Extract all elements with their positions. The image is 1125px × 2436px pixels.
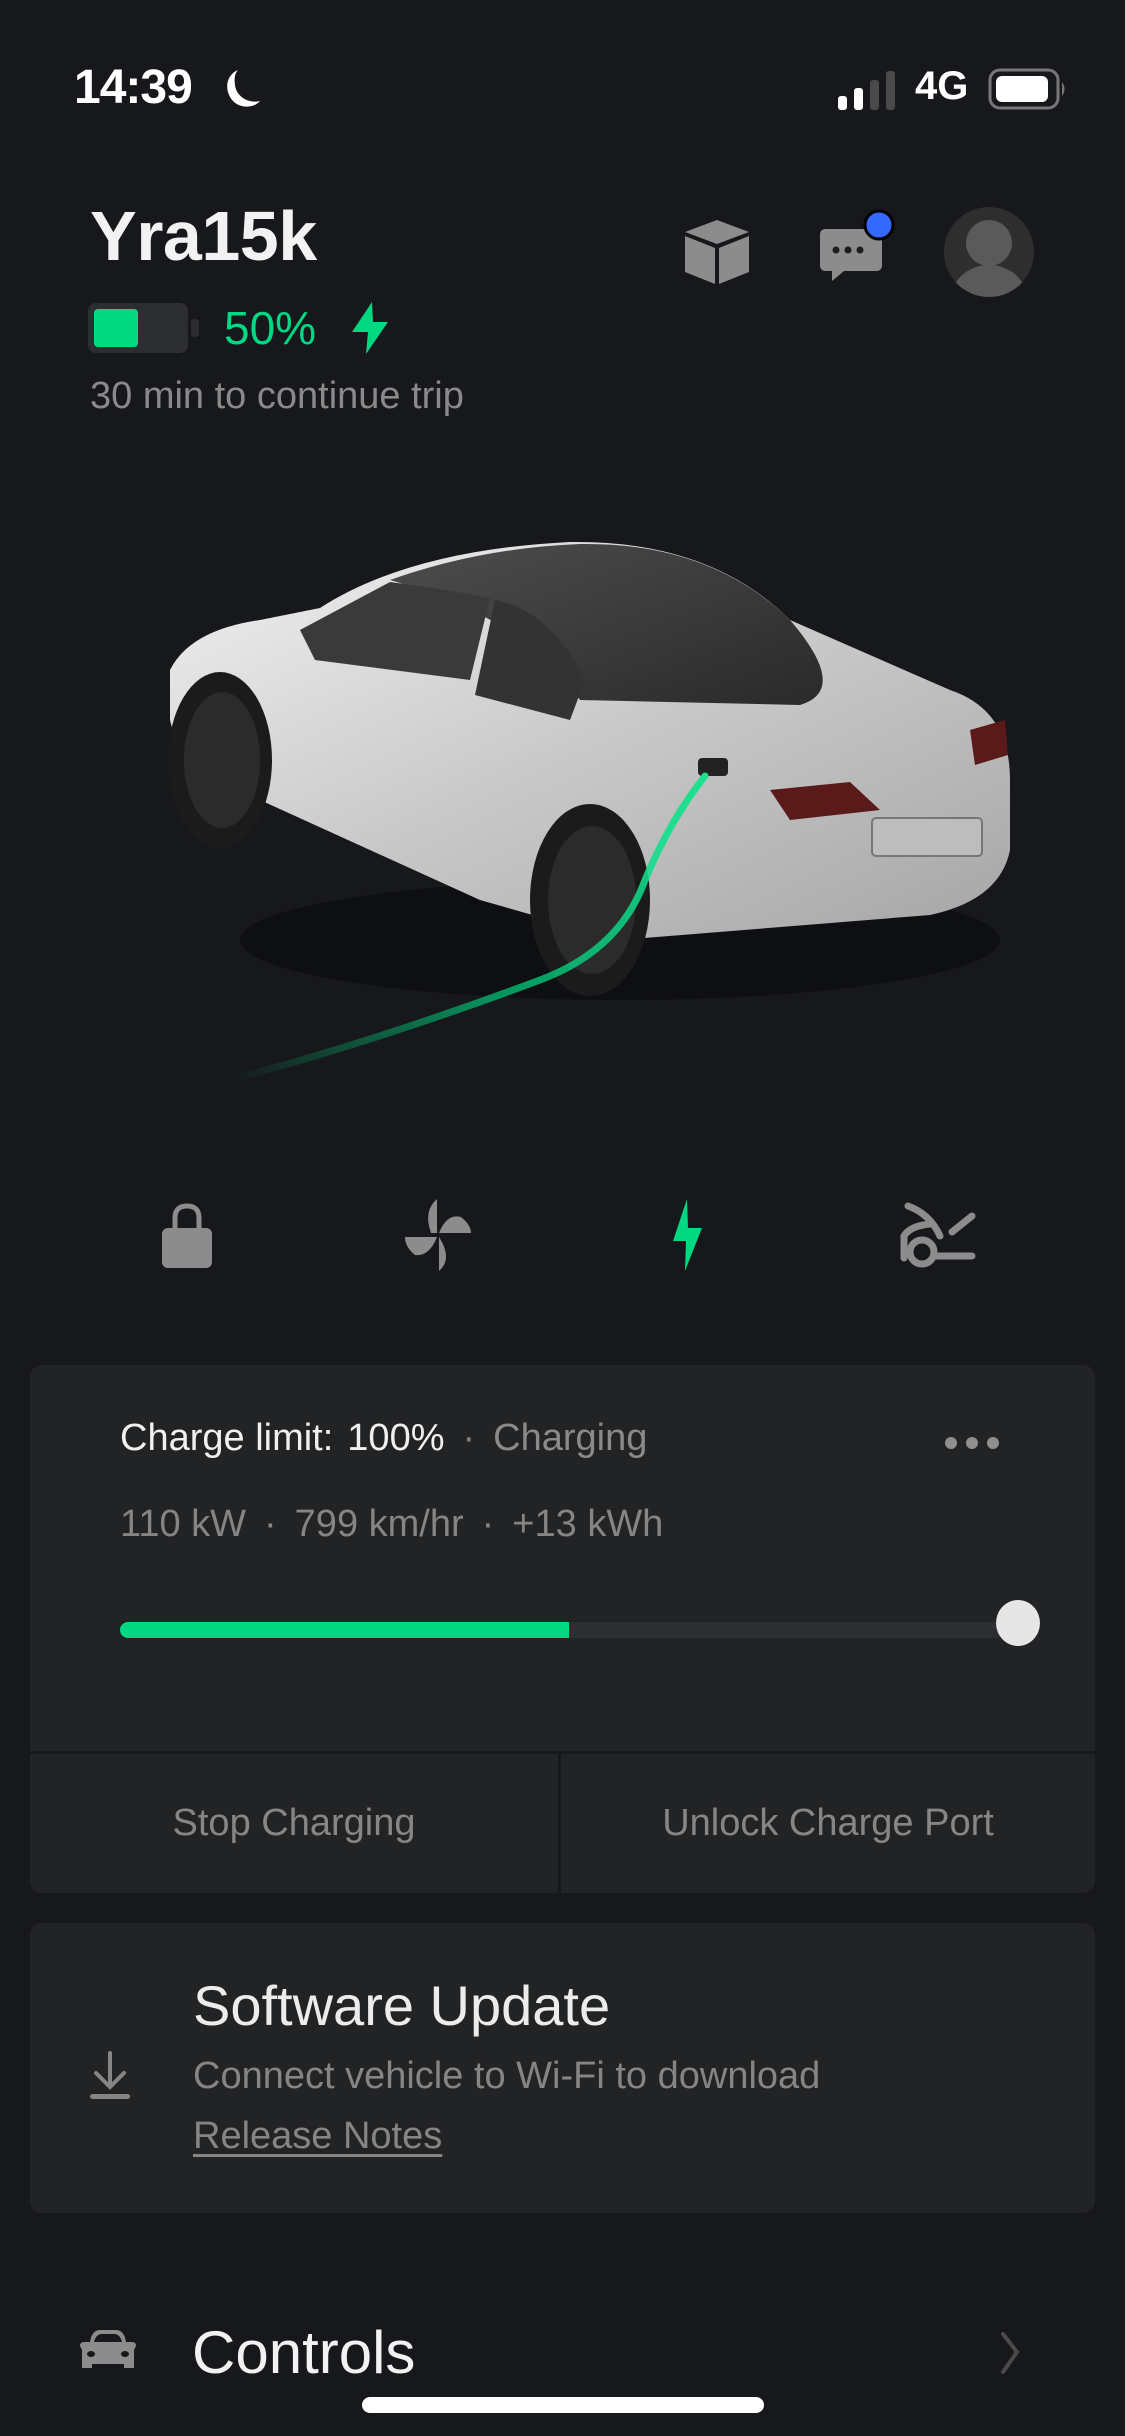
battery-status-icon (988, 68, 1065, 110)
lock-icon (162, 1203, 212, 1268)
more-options-button[interactable] (945, 1437, 999, 1449)
charging-status: Charging (493, 1417, 648, 1459)
charging-stats: 110 kW · 799 km/hr · +13 kWh (120, 1503, 663, 1546)
software-update-card[interactable]: Software Update Connect vehicle to Wi-Fi… (30, 1923, 1095, 2213)
chevron-right-icon (1001, 2332, 1020, 2374)
avatar[interactable] (944, 207, 1034, 297)
status-bar: 14:39 4G (0, 0, 1125, 180)
car-name[interactable]: Yra15k (90, 196, 317, 276)
more-dot (945, 1437, 957, 1449)
avatar-icon (951, 220, 1027, 297)
software-update-subtitle: Connect vehicle to Wi-Fi to download (193, 2055, 821, 2097)
stop-charging-button[interactable]: Stop Charging (30, 1754, 561, 1893)
frunk-button[interactable] (898, 1195, 978, 1275)
controls-label: Controls (192, 2319, 416, 2386)
notification-badge (863, 209, 895, 241)
separator: · (462, 1417, 476, 1459)
fan-icon (405, 1199, 471, 1271)
vehicle-image[interactable] (150, 520, 1030, 1080)
charge-limit-handle[interactable] (996, 1600, 1040, 1646)
charging-button[interactable] (648, 1195, 728, 1275)
download-icon (90, 2051, 130, 2099)
chat-icon[interactable] (818, 209, 896, 285)
charge-limit-row: Charge limit: 100% · Charging (120, 1417, 647, 1460)
release-notes-link[interactable]: Release Notes (193, 2115, 442, 2158)
bolt-icon (673, 1199, 702, 1271)
current-charge-fill (120, 1622, 569, 1638)
charge-limit-value: 100% (347, 1417, 445, 1459)
network-type: 4G (915, 64, 969, 108)
charge-limit-slider[interactable] (120, 1600, 1040, 1646)
energy-added: +13 kWh (512, 1503, 664, 1545)
status-time: 14:39 (74, 61, 193, 114)
charging-power: 110 kW (120, 1503, 247, 1545)
controls-menu-item[interactable]: Controls (0, 2300, 1125, 2410)
unlock-charge-port-button[interactable]: Unlock Charge Port (561, 1754, 1095, 1893)
battery-summary: 50% (88, 298, 389, 358)
car-icon (80, 2330, 136, 2368)
climate-button[interactable] (398, 1195, 478, 1275)
cube-icon[interactable] (683, 218, 751, 286)
charge-limit-label: Charge limit: (120, 1417, 334, 1459)
cellular-signal-icon (838, 71, 895, 110)
home-indicator[interactable] (362, 2397, 764, 2413)
charging-actions: Stop Charging Unlock Charge Port (30, 1751, 1095, 1893)
battery-percent: 50% (224, 302, 317, 354)
trip-status: 30 min to continue trip (90, 375, 464, 417)
vehicle-battery-icon (88, 303, 199, 353)
charging-rate: 799 km/hr (294, 1503, 464, 1545)
separator: · (481, 1503, 495, 1545)
separator: · (264, 1503, 277, 1545)
moon-icon (227, 70, 260, 107)
frunk-icon (900, 1202, 976, 1268)
more-dot (966, 1437, 978, 1449)
software-update-title: Software Update (193, 1974, 611, 2037)
lock-button[interactable] (147, 1195, 227, 1275)
charging-card: Charge limit: 100% · Charging 110 kW · 7… (30, 1365, 1095, 1893)
bolt-icon (352, 302, 389, 354)
more-dot (987, 1437, 999, 1449)
